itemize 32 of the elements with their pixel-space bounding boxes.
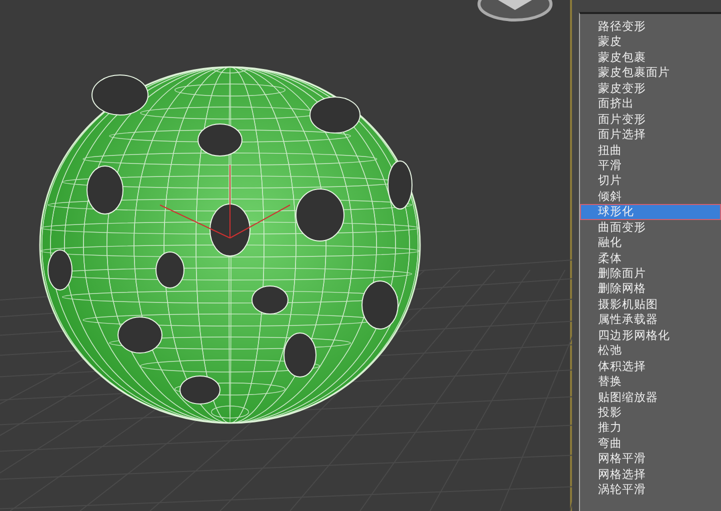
list-item[interactable]: 球形化 bbox=[580, 204, 721, 220]
list-item[interactable]: 扭曲 bbox=[580, 142, 721, 158]
list-item[interactable]: 面片选择 bbox=[580, 127, 721, 142]
list-item[interactable]: 删除网格 bbox=[580, 281, 721, 297]
list-item[interactable]: 蒙皮 bbox=[580, 34, 721, 50]
list-item[interactable]: 松弛 bbox=[580, 343, 721, 359]
list-item[interactable]: 倾斜 bbox=[580, 188, 721, 204]
list-item[interactable]: 蒙皮包裹 bbox=[580, 50, 721, 66]
list-item[interactable]: 四边形网格化 bbox=[580, 328, 721, 344]
list-item[interactable]: 切片 bbox=[580, 173, 721, 189]
list-item[interactable]: 替换 bbox=[580, 374, 721, 390]
list-item[interactable]: 弯曲 bbox=[580, 436, 721, 452]
list-item[interactable]: 蒙皮包裹面片 bbox=[580, 65, 721, 81]
list-item[interactable]: 属性承载器 bbox=[580, 312, 721, 328]
list-item[interactable]: 平滑 bbox=[580, 158, 721, 174]
list-item[interactable]: 网格平滑 bbox=[580, 451, 721, 467]
list-item[interactable]: 贴图缩放器 bbox=[580, 390, 721, 405]
list-item[interactable]: 柔体 bbox=[580, 250, 721, 266]
list-item[interactable]: 曲面变形 bbox=[580, 220, 721, 236]
list-item[interactable]: 投影 bbox=[580, 404, 721, 420]
list-item[interactable]: 蒙皮变形 bbox=[580, 80, 721, 96]
list-item[interactable]: 网格选择 bbox=[580, 466, 721, 482]
list-item[interactable]: 路径变形 bbox=[580, 19, 721, 34]
view-cube-icon[interactable] bbox=[478, 0, 552, 22]
list-item[interactable]: 摄影机贴图 bbox=[580, 296, 721, 312]
list-item[interactable]: 融化 bbox=[580, 235, 721, 251]
list-item[interactable]: 涡轮平滑 bbox=[580, 482, 721, 498]
list-item[interactable]: 面挤出 bbox=[580, 96, 721, 112]
list-item[interactable]: 体积选择 bbox=[580, 358, 721, 374]
list-item[interactable]: 推力 bbox=[580, 420, 721, 436]
list-item[interactable]: 面片变形 bbox=[580, 112, 721, 128]
list-item[interactable]: 删除面片 bbox=[580, 266, 721, 282]
